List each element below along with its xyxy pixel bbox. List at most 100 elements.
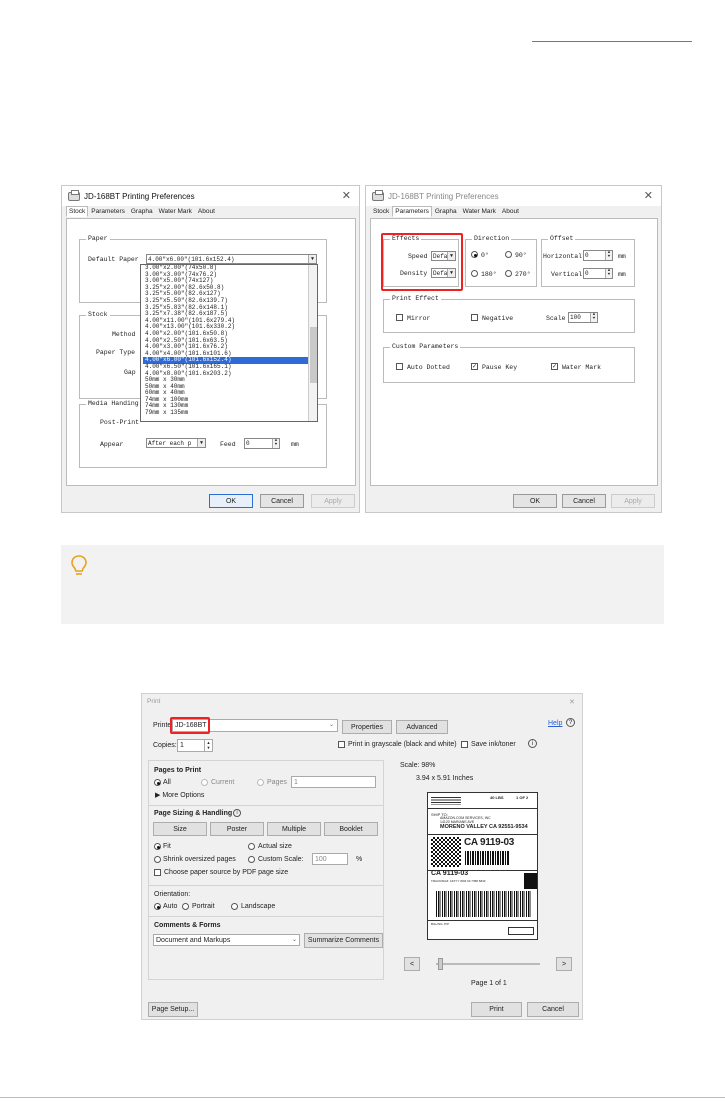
stock-panel: Paper Default Paper 4.00"x6.00"(101.6x15… bbox=[66, 218, 356, 486]
tab-stock[interactable]: Stock bbox=[370, 206, 392, 217]
current-radio[interactable] bbox=[201, 779, 208, 786]
custom-scale-radio[interactable] bbox=[248, 856, 255, 863]
tab-stock[interactable]: Stock bbox=[66, 206, 89, 217]
copies-spinner[interactable]: 1 ▲ ▼ bbox=[177, 739, 213, 752]
tab-water-mark[interactable]: Water Mark bbox=[156, 206, 195, 217]
vertical-unit: mm bbox=[618, 271, 626, 278]
help-link[interactable]: Help bbox=[548, 720, 562, 727]
print-dialog-title: Print bbox=[147, 698, 161, 705]
more-options-toggle[interactable]: ▶ More Options bbox=[155, 791, 204, 799]
horizontal-spinner[interactable]: 0 ▲ ▼ bbox=[583, 250, 613, 261]
all-label: All bbox=[163, 779, 171, 786]
effects-highlight-box bbox=[381, 233, 463, 291]
close-icon[interactable]: ✕ bbox=[569, 698, 575, 706]
cancel-button[interactable]: Cancel bbox=[527, 1002, 579, 1017]
paper-size-dropdown-list[interactable]: 3.00"x2.00"(74x50.8) 3.00"x3.00"(74x76.2)… bbox=[140, 264, 318, 422]
apply-button[interactable]: Apply bbox=[611, 494, 655, 508]
horizontal-unit: mm bbox=[618, 253, 626, 260]
ok-button[interactable]: OK bbox=[513, 494, 557, 508]
print-button[interactable]: Print bbox=[471, 1002, 522, 1017]
pause-key-checkbox[interactable]: ✓ bbox=[471, 363, 478, 370]
portrait-label: Portrait bbox=[192, 903, 215, 910]
top-link-underline[interactable] bbox=[532, 41, 692, 42]
tab-about[interactable]: About bbox=[195, 206, 218, 217]
grayscale-checkbox[interactable] bbox=[338, 741, 345, 748]
page-slider-track[interactable] bbox=[436, 963, 540, 965]
booklet-button[interactable]: Booklet bbox=[324, 822, 378, 836]
tab-grapha[interactable]: Grapha bbox=[432, 206, 460, 217]
orientation-label: Orientation: bbox=[154, 891, 191, 898]
pages-input-value: 1 bbox=[294, 779, 298, 786]
spinner-arrows-icon[interactable]: ▲ ▼ bbox=[204, 740, 212, 751]
auto-radio[interactable] bbox=[154, 903, 161, 910]
custom-scale-input[interactable]: 100 bbox=[312, 853, 348, 865]
size-button[interactable]: Size bbox=[153, 822, 207, 836]
close-icon[interactable]: ✕ bbox=[342, 189, 351, 202]
apply-button[interactable]: Apply bbox=[311, 494, 355, 508]
feed-spinner[interactable]: 0 ▲ ▼ bbox=[244, 438, 280, 449]
tab-about[interactable]: About bbox=[499, 206, 522, 217]
chevron-down-icon: ⌄ bbox=[328, 722, 334, 728]
paper-type-label: Paper Type bbox=[96, 349, 136, 356]
ok-button[interactable]: OK bbox=[209, 494, 253, 508]
auto-dotted-label: Auto Dotted bbox=[407, 364, 450, 371]
actual-size-label: Actual size bbox=[258, 843, 292, 850]
landscape-radio[interactable] bbox=[231, 903, 238, 910]
actual-size-radio[interactable] bbox=[248, 843, 255, 850]
direction-180-radio[interactable] bbox=[471, 270, 478, 277]
info-icon[interactable]: i bbox=[233, 809, 241, 817]
previous-page-button[interactable]: < bbox=[404, 957, 420, 971]
pages-to-print-heading: Pages to Print bbox=[154, 767, 202, 774]
appear-select[interactable]: After each p ▼ bbox=[146, 438, 206, 448]
next-page-button[interactable]: > bbox=[556, 957, 572, 971]
all-radio[interactable] bbox=[154, 779, 161, 786]
negative-checkbox[interactable] bbox=[471, 314, 478, 321]
options-panel: Pages to Print All Current Pages 1 ▶ Mor… bbox=[148, 760, 384, 980]
pages-input[interactable]: 1 bbox=[291, 776, 376, 788]
dropdown-scrollbar[interactable] bbox=[308, 265, 317, 421]
spinner-arrows-icon[interactable]: ▲ ▼ bbox=[272, 439, 279, 448]
direction-90-radio[interactable] bbox=[505, 251, 512, 258]
page-setup-button[interactable]: Page Setup... bbox=[148, 1002, 198, 1017]
fit-radio[interactable] bbox=[154, 843, 161, 850]
spinner-arrows-icon[interactable]: ▲ ▼ bbox=[590, 313, 597, 322]
auto-dotted-checkbox[interactable] bbox=[396, 363, 403, 370]
tab-water-mark[interactable]: Water Mark bbox=[460, 206, 499, 217]
grayscale-label: Print in grayscale (black and white) bbox=[348, 741, 457, 748]
water-mark-checkbox[interactable]: ✓ bbox=[551, 363, 558, 370]
chevron-down-icon: ▼ bbox=[197, 439, 205, 447]
poster-button[interactable]: Poster bbox=[210, 822, 264, 836]
choose-paper-checkbox[interactable] bbox=[154, 869, 161, 876]
spinner-arrows-icon[interactable]: ▲ ▼ bbox=[605, 251, 612, 260]
page-slider-thumb[interactable] bbox=[438, 958, 443, 970]
cancel-button[interactable]: Cancel bbox=[260, 494, 304, 508]
vertical-spinner[interactable]: 0 ▲ ▼ bbox=[583, 268, 613, 279]
portrait-radio[interactable] bbox=[182, 903, 189, 910]
mirror-checkbox[interactable] bbox=[396, 314, 403, 321]
save-ink-checkbox[interactable] bbox=[461, 741, 468, 748]
scrollbar-thumb[interactable] bbox=[310, 327, 317, 383]
properties-button[interactable]: Properties bbox=[342, 720, 392, 734]
tab-grapha[interactable]: Grapha bbox=[128, 206, 156, 217]
summarize-comments-button[interactable]: Summarize Comments bbox=[304, 933, 383, 948]
scale-spinner[interactable]: 100 ▲ ▼ bbox=[568, 312, 598, 323]
default-paper-select[interactable]: 4.00"x6.00"(101.6x152.4) ▼ bbox=[146, 254, 317, 264]
info-icon[interactable]: i bbox=[528, 739, 537, 748]
tab-parameters[interactable]: Parameters bbox=[392, 206, 432, 217]
direction-270-radio[interactable] bbox=[505, 270, 512, 277]
advanced-button[interactable]: Advanced bbox=[396, 720, 448, 734]
spinner-arrows-icon[interactable]: ▲ ▼ bbox=[605, 269, 612, 278]
page-dimensions: 3.94 x 5.91 Inches bbox=[416, 775, 474, 782]
comments-select[interactable]: Document and Markups ⌄ bbox=[153, 934, 300, 946]
page-of-label: Page 1 of 1 bbox=[471, 980, 507, 987]
cancel-button[interactable]: Cancel bbox=[562, 494, 606, 508]
help-icon[interactable]: ? bbox=[566, 718, 575, 727]
pages-radio[interactable] bbox=[257, 779, 264, 786]
window-title: JD-168BT Printing Preferences bbox=[84, 191, 195, 201]
tab-parameters[interactable]: Parameters bbox=[88, 206, 128, 217]
multiple-button[interactable]: Multiple bbox=[267, 822, 321, 836]
shrink-radio[interactable] bbox=[154, 856, 161, 863]
direction-0-radio[interactable] bbox=[471, 251, 478, 258]
paper-option[interactable]: 79mm x 135mm bbox=[143, 409, 317, 417]
close-icon[interactable]: ✕ bbox=[644, 189, 653, 202]
